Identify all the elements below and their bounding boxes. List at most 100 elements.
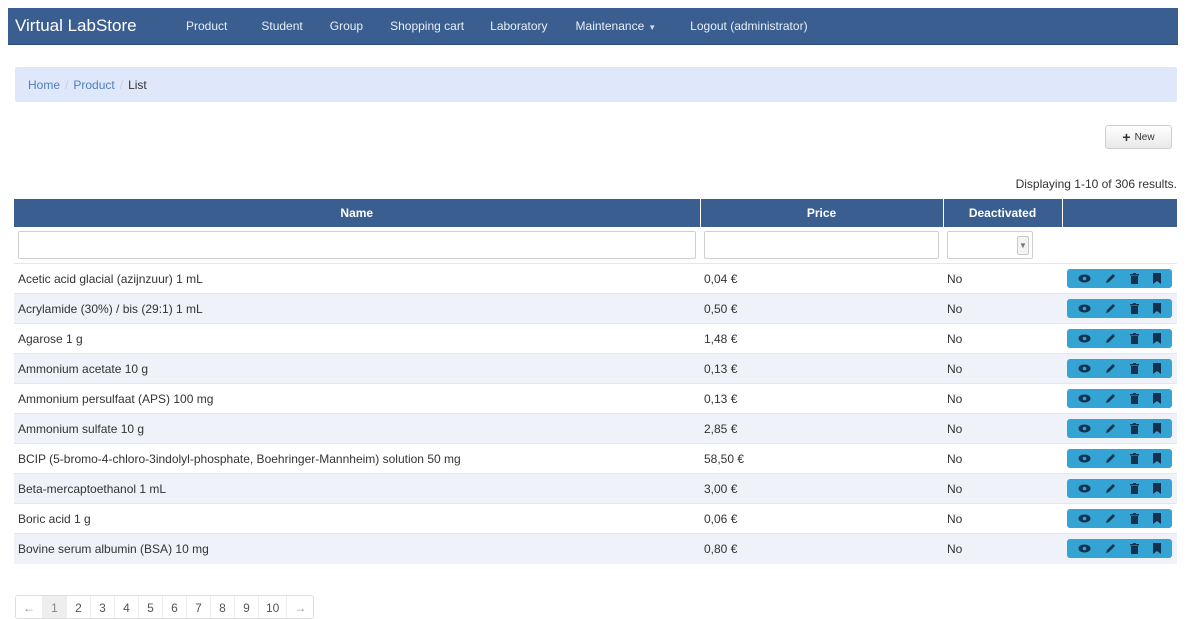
breadcrumb-home[interactable]: Home [28,78,60,92]
bookmark-icon[interactable] [1153,483,1161,494]
pencil-icon[interactable] [1105,543,1116,554]
pencil-icon[interactable] [1105,333,1116,344]
pencil-icon[interactable] [1105,303,1116,314]
price-filter-input[interactable] [704,231,939,259]
pagination-page-1[interactable]: 1 [43,596,67,618]
breadcrumb-separator: / [119,77,124,92]
trash-icon[interactable] [1130,363,1139,374]
trash-icon[interactable] [1130,513,1139,524]
row-actions-cell [1062,323,1177,354]
column-header-deactivated[interactable]: Deactivated [943,199,1063,227]
pagination-page-3[interactable]: 3 [91,596,115,618]
filter-row: ▼ [14,227,1177,264]
pagination-page-6[interactable]: 6 [163,596,187,618]
bookmark-icon[interactable] [1153,363,1161,374]
bookmark-icon[interactable] [1153,333,1161,344]
pagination-prev[interactable]: ← [16,596,43,618]
bookmark-icon[interactable] [1153,453,1161,464]
trash-icon[interactable] [1130,543,1139,555]
eye-icon[interactable] [1078,304,1091,313]
nav-shopping-cart[interactable]: Shopping cart [390,19,464,33]
row-actions-cell [1062,413,1177,444]
product-price-cell: 0,06 € [700,503,943,534]
nav-logout[interactable]: Logout (administrator) [690,19,807,33]
bookmark-icon[interactable] [1153,393,1161,404]
nav-laboratory[interactable]: Laboratory [490,19,547,33]
nav-maintenance-label: Maintenance [575,19,645,33]
product-name-cell: Ammonium sulfate 10 g [14,413,700,444]
eye-icon[interactable] [1078,514,1091,523]
row-actions [1066,479,1173,498]
pagination-page-4[interactable]: 4 [115,596,139,618]
pagination-page-2[interactable]: 2 [67,596,91,618]
product-name-cell: BCIP (5-bromo-4-chloro-3indolyl-phosphat… [14,443,700,474]
eye-icon[interactable] [1078,334,1091,343]
eye-icon[interactable] [1078,484,1091,493]
product-deactivated-cell: No [943,503,1062,534]
pencil-icon[interactable] [1105,453,1116,464]
row-actions-button-group [1067,329,1172,348]
column-header-name[interactable]: Name [14,199,701,227]
row-actions-button-group [1067,449,1172,468]
pagination: ← 1 2 3 4 5 6 7 8 9 10 → [15,595,315,619]
trash-icon[interactable] [1130,453,1139,464]
product-name-cell: Bovine serum albumin (BSA) 10 mg [14,533,700,564]
pagination-next[interactable]: → [287,596,314,618]
pagination-page-9[interactable]: 9 [235,596,259,618]
product-price-cell: 0,13 € [700,353,943,384]
row-actions-cell [1062,473,1177,504]
pagination-page-10[interactable]: 10 [259,596,288,618]
pencil-icon[interactable] [1105,513,1116,524]
name-filter-input[interactable] [18,231,696,259]
table-row: Ammonium persulfaat (APS) 100 mg 0,13 € … [14,383,1177,414]
eye-icon[interactable] [1078,364,1091,373]
table-row: BCIP (5-bromo-4-chloro-3indolyl-phosphat… [14,443,1177,474]
trash-icon[interactable] [1130,333,1139,344]
row-actions-cell [1062,383,1177,414]
new-button-label: New [1134,131,1155,143]
pencil-icon[interactable] [1105,363,1116,374]
nav-product[interactable]: Product [186,19,227,33]
top-navbar: Virtual LabStore Product Student Group S… [8,8,1178,45]
brand-logo[interactable]: Virtual LabStore [8,16,186,36]
pagination-page-8[interactable]: 8 [211,596,235,618]
bookmark-icon[interactable] [1153,423,1161,434]
bookmark-icon[interactable] [1153,273,1161,284]
eye-icon[interactable] [1078,544,1091,553]
table-row: Acrylamide (30%) / bis (29:1) 1 mL 0,50 … [14,293,1177,324]
eye-icon[interactable] [1078,454,1091,463]
trash-icon[interactable] [1130,483,1139,494]
breadcrumb-product[interactable]: Product [73,78,114,92]
nav-group[interactable]: Group [330,19,363,33]
product-price-cell: 0,04 € [700,263,943,294]
pagination-page-7[interactable]: 7 [187,596,211,618]
bookmark-icon[interactable] [1153,543,1161,555]
trash-icon[interactable] [1130,423,1139,434]
trash-icon[interactable] [1130,273,1139,284]
table-row: Acetic acid glacial (azijnzuur) 1 mL 0,0… [14,263,1177,294]
pencil-icon[interactable] [1105,393,1116,404]
row-actions-button-group [1067,539,1172,559]
trash-icon[interactable] [1130,303,1139,314]
pencil-icon[interactable] [1105,483,1116,494]
nav-maintenance[interactable]: Maintenance ▼ [576,19,657,33]
pagination-page-5[interactable]: 5 [139,596,163,618]
product-deactivated-cell: No [943,413,1062,444]
bookmark-icon[interactable] [1153,303,1161,314]
eye-icon[interactable] [1078,424,1091,433]
chevron-down-icon: ▼ [1017,236,1029,255]
row-actions-button-group [1067,359,1172,378]
deactivated-filter-select[interactable]: ▼ [947,231,1033,259]
eye-icon[interactable] [1078,274,1091,283]
pencil-icon[interactable] [1105,423,1116,434]
nav-student[interactable]: Student [261,19,302,33]
column-header-price[interactable]: Price [700,199,944,227]
row-actions-cell [1062,503,1177,534]
eye-icon[interactable] [1078,394,1091,403]
row-actions-button-group [1067,269,1172,288]
new-button[interactable]: + New [1105,125,1172,149]
trash-icon[interactable] [1130,393,1139,404]
bookmark-icon[interactable] [1153,513,1161,524]
pencil-icon[interactable] [1105,273,1116,284]
product-deactivated-cell: No [943,353,1062,384]
